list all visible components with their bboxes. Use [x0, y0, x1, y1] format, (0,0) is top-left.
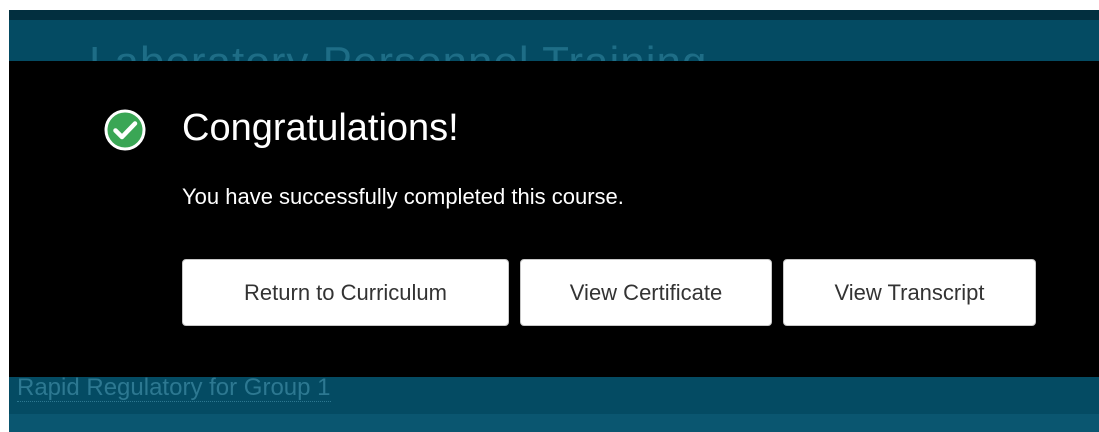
- top-header-band: [9, 10, 1099, 20]
- course-link[interactable]: Rapid Regulatory for Group 1: [17, 375, 331, 402]
- view-certificate-button[interactable]: View Certificate: [520, 259, 772, 326]
- completion-message: You have successfully completed this cou…: [182, 184, 624, 209]
- return-to-curriculum-button[interactable]: Return to Curriculum: [182, 259, 509, 326]
- dialog-heading: Congratulations!: [182, 107, 459, 149]
- view-transcript-button[interactable]: View Transcript: [783, 259, 1036, 326]
- completion-dialog: Congratulations! You have successfully c…: [9, 61, 1099, 377]
- check-circle-icon: [104, 109, 146, 151]
- bottom-band: [9, 414, 1099, 432]
- dialog-actions: Return to Curriculum View Certificate Vi…: [182, 259, 1036, 326]
